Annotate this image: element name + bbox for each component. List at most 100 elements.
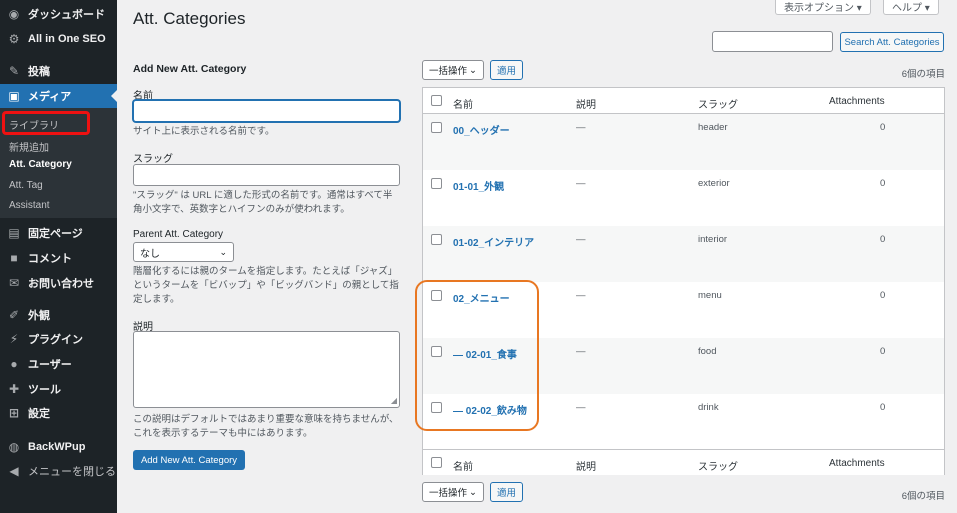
row-count[interactable]: 0	[880, 234, 885, 245]
row-description: —	[576, 346, 586, 357]
comment-icon: ■	[10, 251, 18, 265]
menu-comments[interactable]: ■ コメント	[0, 246, 117, 270]
submenu-att-category[interactable]: Att. Category	[9, 159, 72, 170]
select-all-checkbox-bottom[interactable]	[431, 457, 442, 468]
row-checkbox[interactable]	[431, 178, 442, 189]
slug-label: スラッグ	[133, 154, 173, 165]
column-description[interactable]: 説明	[576, 96, 596, 111]
row-checkbox[interactable]	[431, 122, 442, 133]
help-button[interactable]: ヘルプ ▾	[883, 0, 939, 15]
row-slug: header	[698, 122, 728, 133]
row-count[interactable]: 0	[880, 178, 885, 189]
table-footer: 名前 説明 スラッグ Attachments	[423, 449, 944, 475]
menu-label: BackWPup	[28, 441, 86, 453]
menu-label: ツール	[28, 384, 61, 396]
menu-backwpup[interactable]: ◍ BackWPup	[0, 435, 117, 459]
page-icon: ▤	[8, 226, 20, 240]
menu-aioseo[interactable]: ⚙ All in One SEO	[0, 27, 117, 51]
name-input[interactable]	[133, 100, 400, 122]
select-all-checkbox[interactable]	[431, 95, 442, 106]
resize-handle-icon[interactable]: ◢	[391, 396, 397, 405]
wrench-icon: ✚	[8, 382, 20, 396]
row-count[interactable]: 0	[880, 290, 885, 301]
row-description: —	[576, 290, 586, 301]
row-description: —	[576, 234, 586, 245]
apply-button-top[interactable]: 適用	[490, 60, 524, 80]
menu-label: 投稿	[28, 66, 50, 78]
menu-label: ユーザー	[28, 359, 72, 371]
column-name[interactable]: 名前	[453, 458, 473, 473]
brush-icon: ✐	[8, 308, 20, 322]
settings-icon: ⊞	[8, 406, 20, 420]
column-name[interactable]: 名前	[453, 96, 473, 111]
search-button[interactable]: Search Att. Categories	[840, 32, 944, 52]
apply-button-bottom[interactable]: 適用	[490, 482, 524, 502]
row-slug: drink	[698, 402, 719, 413]
plugin-icon: ⚡	[9, 332, 19, 346]
slug-input[interactable]	[133, 164, 400, 186]
menu-label: コメント	[28, 253, 72, 265]
row-description: —	[576, 402, 586, 413]
pin-icon: ✎	[8, 64, 20, 78]
menu-users[interactable]: ● ユーザー	[0, 352, 117, 376]
parent-select[interactable]: なし ⌄	[133, 242, 234, 262]
row-count[interactable]: 0	[880, 402, 885, 413]
parent-label: Parent Att. Category	[133, 229, 224, 240]
menu-label: お問い合わせ	[28, 278, 94, 290]
media-icon: ▣	[8, 89, 20, 103]
add-new-category-button[interactable]: Add New Att. Category	[133, 450, 245, 470]
mail-icon: ✉	[8, 276, 20, 290]
row-count[interactable]: 0	[880, 122, 885, 133]
menu-settings[interactable]: ⊞ 設定	[0, 401, 117, 425]
name-description: サイト上に表示される名前です。	[133, 126, 275, 137]
chevron-down-icon: ⌄	[469, 64, 477, 76]
menu-media[interactable]: ▣ メディア	[0, 84, 117, 108]
form-heading: Add New Att. Category	[133, 63, 247, 75]
menu-pages[interactable]: ▤ 固定ページ	[0, 221, 117, 245]
table-row: 01-01_外観 — exterior 0	[423, 170, 944, 226]
menu-label: プラグイン	[28, 334, 83, 346]
column-attachments[interactable]: Attachments	[829, 458, 885, 469]
menu-contact[interactable]: ✉ お問い合わせ	[0, 271, 117, 295]
main-content: Att. Categories 表示オプション ▾ ヘルプ ▾ Search A…	[117, 0, 957, 513]
row-description: —	[576, 122, 586, 133]
table-row: 01-02_インテリア — interior 0	[423, 226, 944, 282]
bulk-action-select-top[interactable]: 一括操作 ⌄	[422, 60, 484, 80]
column-slug[interactable]: スラッグ	[698, 96, 738, 111]
menu-label: 固定ページ	[28, 228, 83, 240]
parent-select-value: なし	[140, 248, 160, 260]
menu-label: 設定	[28, 408, 50, 420]
row-slug: menu	[698, 290, 722, 301]
menu-posts[interactable]: ✎ 投稿	[0, 59, 117, 83]
menu-dashboard[interactable]: ◉ ダッシュボード	[0, 2, 117, 26]
column-slug[interactable]: スラッグ	[698, 458, 738, 473]
menu-label: 外観	[28, 310, 50, 322]
row-name-link[interactable]: 01-01_外観	[453, 178, 504, 193]
table-row: 00_ヘッダー — header 0	[423, 114, 944, 170]
bulk-action-select-bottom[interactable]: 一括操作 ⌄	[422, 482, 484, 502]
row-name-link[interactable]: 01-02_インテリア	[453, 234, 534, 249]
menu-label: メニューを閉じる	[28, 466, 116, 478]
bulk-select-value: 一括操作	[429, 66, 468, 77]
menu-appearance[interactable]: ✐ 外観	[0, 303, 117, 327]
menu-collapse[interactable]: ◀ メニューを閉じる	[0, 459, 117, 483]
column-description[interactable]: 説明	[576, 458, 596, 473]
search-input[interactable]	[712, 31, 833, 52]
chevron-down-icon: ⌄	[469, 486, 477, 498]
chevron-down-icon: ⌄	[219, 246, 227, 257]
row-checkbox[interactable]	[431, 234, 442, 245]
row-slug: food	[698, 346, 717, 357]
screen-options-button[interactable]: 表示オプション ▾	[775, 0, 871, 15]
submenu-assistant[interactable]: Assistant	[9, 200, 50, 211]
description-textarea[interactable]: ◢	[133, 331, 400, 408]
column-attachments[interactable]: Attachments	[829, 96, 885, 107]
menu-tools[interactable]: ✚ ツール	[0, 377, 117, 401]
row-count[interactable]: 0	[880, 346, 885, 357]
submenu-add-new[interactable]: 新規追加	[9, 139, 49, 154]
gear-icon: ⚙	[8, 32, 20, 46]
menu-label: All in One SEO	[28, 33, 106, 45]
submenu-att-tag[interactable]: Att. Tag	[9, 180, 43, 191]
menu-plugins[interactable]: ⚡ プラグイン	[0, 327, 117, 351]
parent-description: 階層化するには親のタームを指定します。たとえば「ジャズ」というタームを「ビバップ…	[133, 266, 399, 305]
row-name-link[interactable]: 00_ヘッダー	[453, 122, 510, 137]
